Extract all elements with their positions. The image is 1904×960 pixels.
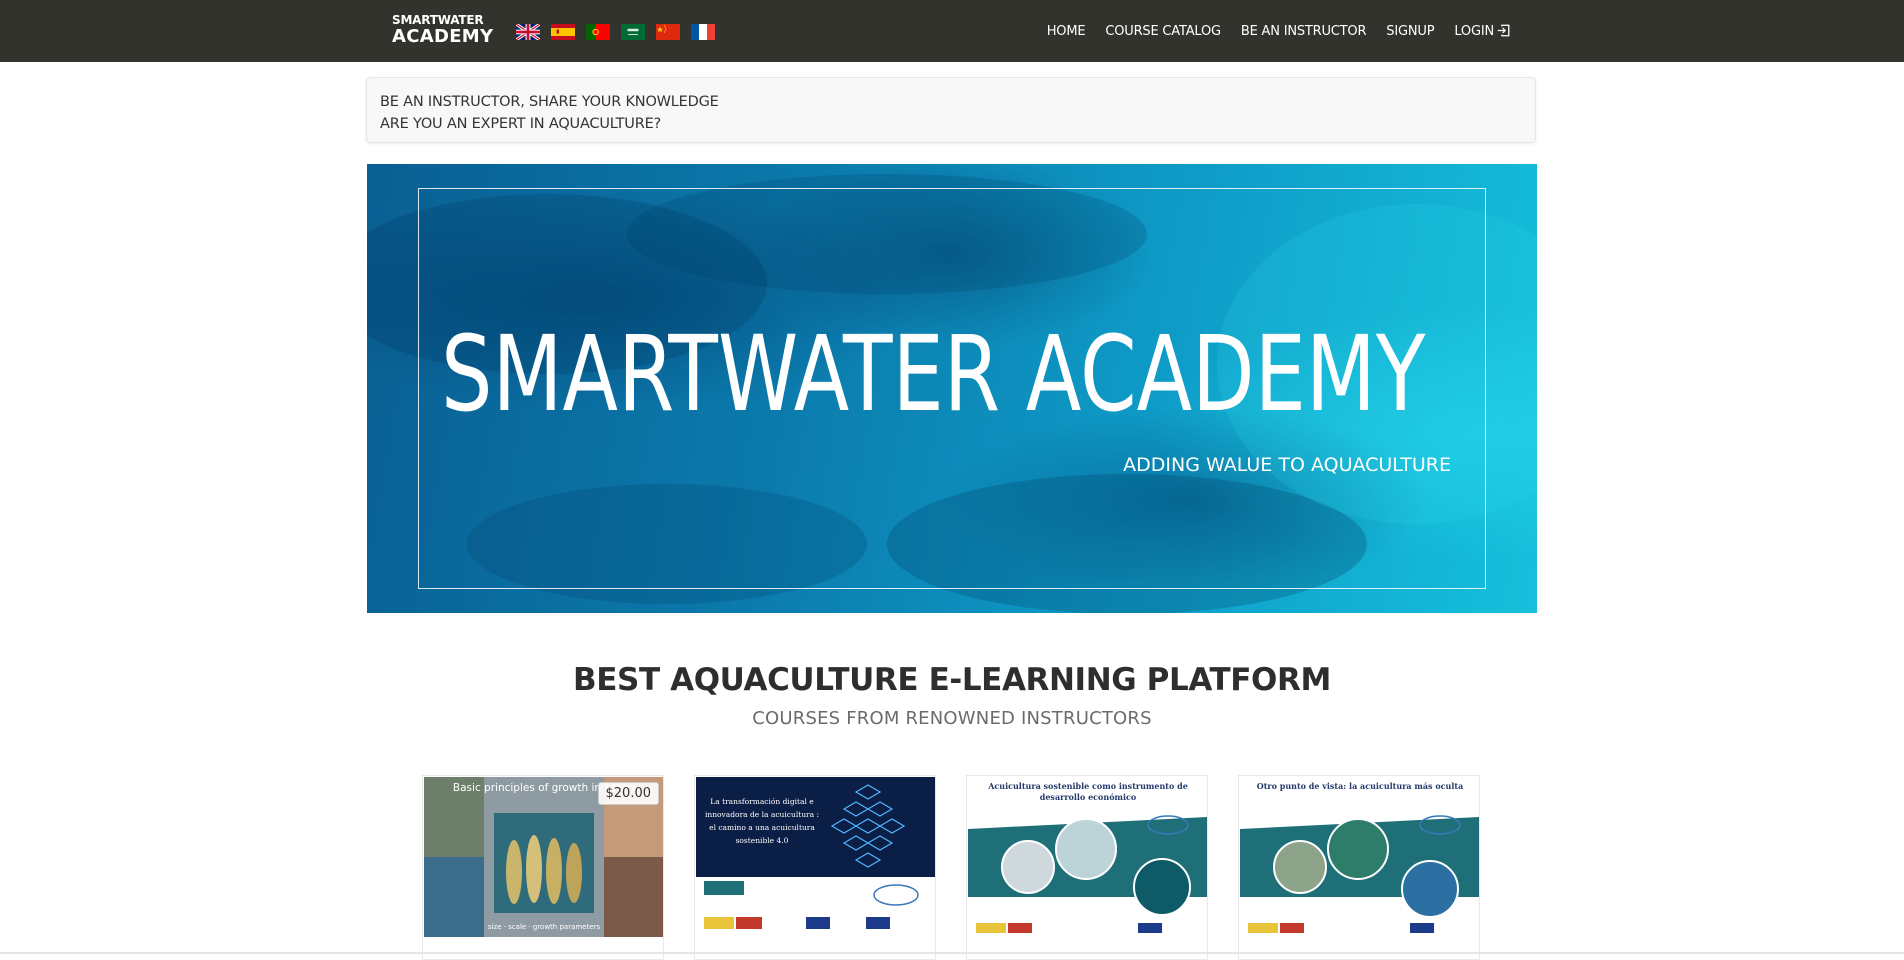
card-1-caption: size · scale · growth parameters	[488, 923, 600, 931]
nav-login[interactable]: LOGIN	[1444, 24, 1520, 39]
course-thumbnail[interactable]: Otro punto de vista: la acuicultura más …	[1240, 777, 1480, 937]
france-flag-icon[interactable]	[691, 24, 715, 40]
login-icon	[1497, 24, 1510, 36]
logo-line-2: ACADEMY	[392, 26, 494, 47]
nav-signup[interactable]: SIGNUP	[1376, 24, 1444, 39]
site-logo[interactable]: SMARTWATER ACADEMY	[392, 14, 493, 46]
card-3-title: Acuicultura sostenible como instrumento …	[988, 781, 1188, 802]
card-2-title: La transformación digital e innovadora d…	[704, 797, 820, 845]
course-card[interactable]: La transformación digital e innovadora d…	[694, 775, 936, 960]
card-4-title: Otro punto de vista: la acuicultura más …	[1256, 781, 1464, 791]
hero-title: SMARTWATER ACADEMY	[441, 313, 1426, 435]
china-flag-icon[interactable]	[656, 24, 680, 40]
nav-login-label: LOGIN	[1454, 23, 1494, 39]
portugal-flag-icon[interactable]	[586, 24, 610, 40]
course-card[interactable]: Otro punto de vista: la acuicultura más …	[1238, 775, 1480, 960]
nav-be-an-instructor[interactable]: BE AN INSTRUCTOR	[1231, 24, 1376, 39]
course-price: $20.00	[597, 782, 659, 805]
hero-subtitle: ADDING WALUE TO AQUACULTURE	[1123, 454, 1451, 476]
language-selector	[516, 24, 715, 40]
course-thumbnail[interactable]: La transformación digital e innovadora d…	[696, 777, 936, 937]
instructor-callout[interactable]: BE AN INSTRUCTOR, SHARE YOUR KNOWLEDGE A…	[366, 77, 1536, 143]
main-nav: HOME COURSE CATALOG BE AN INSTRUCTOR SIG…	[1037, 0, 1520, 62]
nav-course-catalog[interactable]: COURSE CATALOG	[1095, 24, 1231, 39]
callout-line-2: ARE YOU AN EXPERT IN AQUACULTURE?	[380, 116, 662, 132]
course-card[interactable]: Basic principles of growth in fishes siz…	[422, 775, 664, 960]
hero-banner: SMARTWATER ACADEMY ADDING WALUE TO AQUAC…	[367, 164, 1537, 613]
nav-home[interactable]: HOME	[1037, 24, 1096, 39]
logo-line-1: SMARTWATER	[392, 13, 484, 27]
top-navbar: SMARTWATER ACADEMY HOME COURSE CATALOG B…	[0, 0, 1904, 62]
course-card[interactable]: Acuicultura sostenible como instrumento …	[966, 775, 1208, 960]
section-title: BEST AQUACULTURE E-LEARNING PLATFORM	[573, 662, 1331, 698]
callout-line-1: BE AN INSTRUCTOR, SHARE YOUR KNOWLEDGE	[380, 94, 719, 110]
section-subtitle: COURSES FROM RENOWNED INSTRUCTORS	[752, 708, 1152, 729]
course-thumbnail[interactable]: Acuicultura sostenible como instrumento …	[968, 777, 1208, 937]
spain-flag-icon[interactable]	[551, 24, 575, 40]
uk-flag-icon[interactable]	[516, 24, 540, 40]
saudi-flag-icon[interactable]	[621, 24, 645, 40]
